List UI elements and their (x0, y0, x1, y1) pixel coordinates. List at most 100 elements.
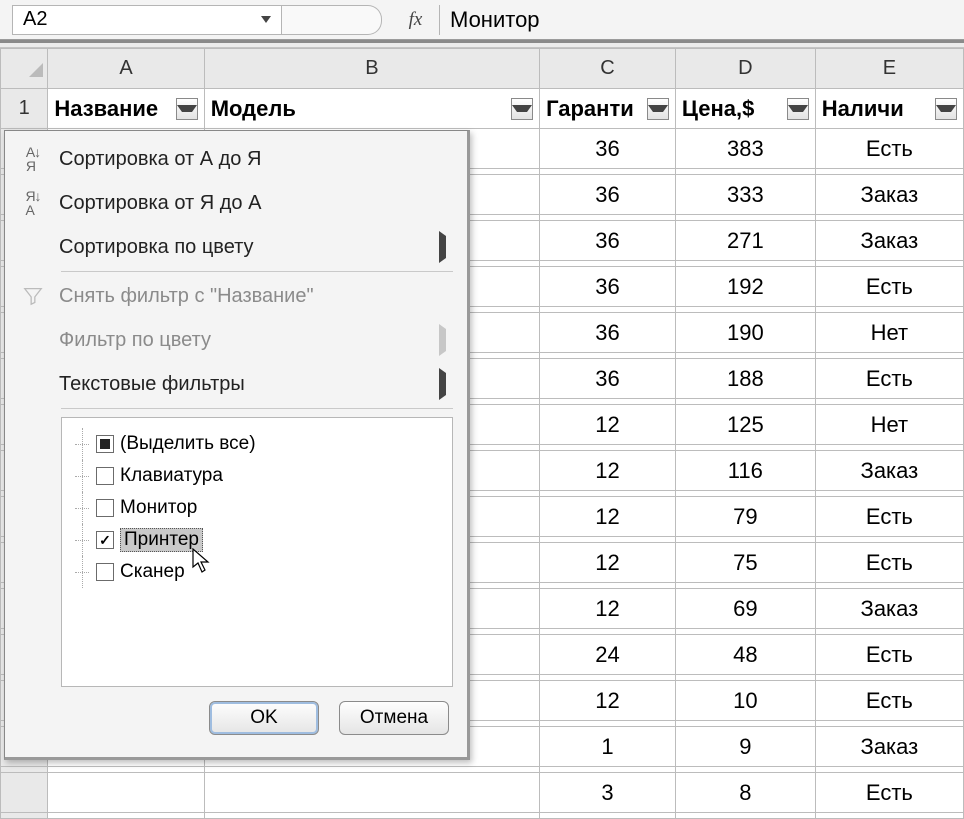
cell-E[interactable]: Есть (815, 681, 963, 721)
cell-D[interactable]: 125 (675, 405, 815, 445)
cell-E[interactable]: Есть (815, 129, 963, 169)
cell-E[interactable]: Заказ (815, 175, 963, 215)
filter-label-select-all: (Выделить все) (120, 433, 256, 455)
cell-E[interactable]: Есть (815, 543, 963, 583)
filter-dropdown-C[interactable] (647, 98, 669, 120)
sort-by-color[interactable]: Сортировка по цвету (5, 225, 467, 269)
filter-values-list[interactable]: (Выделить все) Клавиатура Монитор Принте… (61, 417, 453, 687)
col-header-D[interactable]: D (675, 49, 815, 89)
cancel-label: Отмена (360, 707, 428, 729)
filter-item-select-all[interactable]: (Выделить все) (70, 428, 444, 460)
blank-icon (13, 364, 53, 404)
cell-C[interactable]: 1 (540, 727, 676, 767)
cell-D[interactable]: 333 (675, 175, 815, 215)
filter-dropdown-B[interactable] (511, 98, 533, 120)
row-gap (1, 813, 964, 819)
row-header[interactable] (1, 773, 48, 813)
cell-C[interactable]: 36 (540, 175, 676, 215)
filter-item-printer[interactable]: Принтер (70, 524, 444, 556)
cell-D[interactable]: 79 (675, 497, 815, 537)
menu-separator (61, 271, 453, 272)
cell-C[interactable]: 12 (540, 451, 676, 491)
filter-item-scanner[interactable]: Сканер (70, 556, 444, 588)
cell-C[interactable]: 12 (540, 681, 676, 721)
cell-A[interactable] (48, 773, 204, 813)
sort-asc-label: Сортировка от А до Я (53, 148, 455, 171)
cell-C[interactable]: 12 (540, 589, 676, 629)
cell-C[interactable]: 3 (540, 773, 676, 813)
checkbox-printer[interactable] (96, 531, 114, 549)
cell-D[interactable]: 69 (675, 589, 815, 629)
cell-D[interactable]: 271 (675, 221, 815, 261)
text-filters[interactable]: Текстовые фильтры (5, 362, 467, 406)
checkbox-select-all[interactable] (96, 435, 114, 453)
filter-dropdown-A[interactable] (176, 98, 198, 120)
select-all-corner[interactable] (1, 49, 48, 89)
col-header-E[interactable]: E (815, 49, 963, 89)
cell-C[interactable]: 12 (540, 405, 676, 445)
cell-E[interactable]: Нет (815, 313, 963, 353)
cell-C[interactable]: 36 (540, 313, 676, 353)
name-box-expand[interactable] (282, 5, 382, 35)
checkbox-monitor[interactable] (96, 499, 114, 517)
filter-item-monitor[interactable]: Монитор (70, 492, 444, 524)
checkbox-scanner[interactable] (96, 563, 114, 581)
cell-C[interactable]: 36 (540, 129, 676, 169)
cell-B[interactable] (204, 773, 539, 813)
cell-D[interactable]: 188 (675, 359, 815, 399)
cell-C[interactable]: 36 (540, 267, 676, 307)
header-cell-B[interactable]: Модель (204, 89, 539, 129)
cell-C[interactable]: 12 (540, 497, 676, 537)
cell-E[interactable]: Заказ (815, 727, 963, 767)
submenu-arrow-icon (439, 236, 455, 259)
cancel-button[interactable]: Отмена (339, 701, 449, 735)
header-cell-C[interactable]: Гаранти (540, 89, 676, 129)
filter-header-row: 1 Название Модель Гаранти (1, 89, 964, 129)
cell-C[interactable]: 36 (540, 221, 676, 261)
ok-button[interactable]: OK (209, 701, 319, 735)
worksheet: A B C D E 1 Название Модель (0, 40, 964, 819)
column-headers-row: A B C D E (1, 49, 964, 89)
cell-E[interactable]: Есть (815, 267, 963, 307)
filter-dropdown-E[interactable] (935, 98, 957, 120)
sort-asc[interactable]: А↓Я Сортировка от А до Я (5, 137, 467, 181)
cell-E[interactable]: Заказ (815, 221, 963, 261)
fx-icon[interactable]: fx (392, 5, 440, 35)
cell-E[interactable]: Есть (815, 359, 963, 399)
name-box[interactable]: A2 (12, 5, 282, 35)
cell-E[interactable]: Есть (815, 497, 963, 537)
filter-label-keyboard: Клавиатура (120, 465, 223, 487)
header-cell-A[interactable]: Название (48, 89, 204, 129)
filter-item-keyboard[interactable]: Клавиатура (70, 460, 444, 492)
checkbox-keyboard[interactable] (96, 467, 114, 485)
row-header-1[interactable]: 1 (1, 89, 48, 129)
sort-color-label: Сортировка по цвету (53, 236, 439, 259)
cell-E[interactable]: Нет (815, 405, 963, 445)
header-cell-D[interactable]: Цена,$ (675, 89, 815, 129)
cell-E[interactable]: Есть (815, 635, 963, 675)
cell-C[interactable]: 12 (540, 543, 676, 583)
filter-dropdown-D[interactable] (787, 98, 809, 120)
col-header-B[interactable]: B (204, 49, 539, 89)
cell-D[interactable]: 8 (675, 773, 815, 813)
cell-D[interactable]: 75 (675, 543, 815, 583)
sort-desc[interactable]: Я↓А Сортировка от Я до А (5, 181, 467, 225)
cell-D[interactable]: 116 (675, 451, 815, 491)
cell-D[interactable]: 48 (675, 635, 815, 675)
cell-C[interactable]: 24 (540, 635, 676, 675)
cell-E[interactable]: Заказ (815, 451, 963, 491)
cell-E[interactable]: Есть (815, 773, 963, 813)
cell-D[interactable]: 383 (675, 129, 815, 169)
cell-D[interactable]: 10 (675, 681, 815, 721)
cell-D[interactable]: 192 (675, 267, 815, 307)
header-cell-E[interactable]: Наличи (815, 89, 963, 129)
cell-D[interactable]: 9 (675, 727, 815, 767)
col-header-C[interactable]: C (540, 49, 676, 89)
submenu-arrow-icon (439, 329, 455, 352)
col-header-A[interactable]: A (48, 49, 204, 89)
cell-E[interactable]: Заказ (815, 589, 963, 629)
cell-C[interactable]: 36 (540, 359, 676, 399)
cell-D[interactable]: 190 (675, 313, 815, 353)
formula-input[interactable]: Монитор (440, 5, 964, 35)
name-box-dropdown-icon[interactable] (257, 11, 275, 29)
